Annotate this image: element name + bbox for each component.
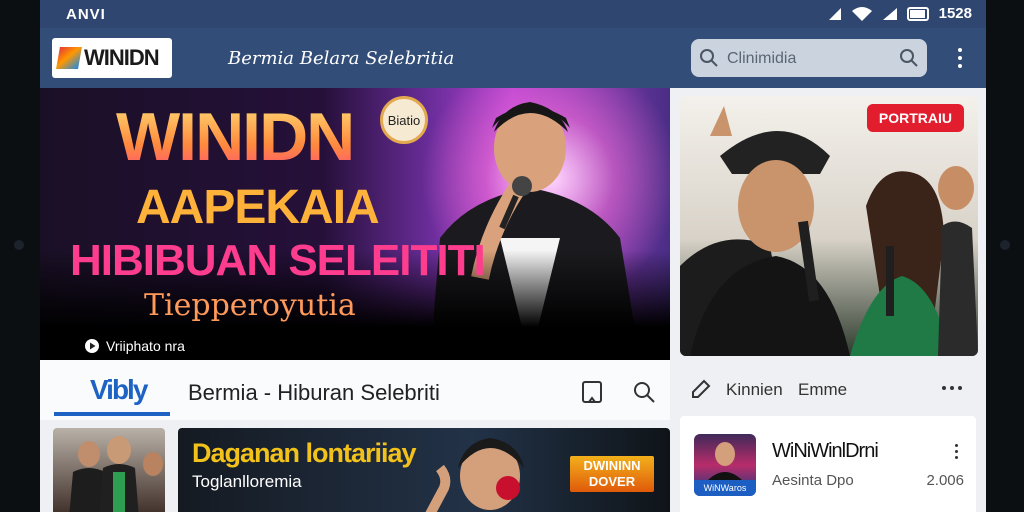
clock-text: 1528 <box>938 5 972 22</box>
list-item-count: 2.006 <box>926 472 964 489</box>
tablet-device: ANVI 1528 WINIDN Bermia Belara Selebriti… <box>0 0 1024 512</box>
edit-icon[interactable] <box>690 378 712 400</box>
status-icons: 1528 <box>827 5 972 22</box>
list-item[interactable]: WiNWaros WiNiWinlDrni Aesinta Dpo 2.006 <box>680 416 976 512</box>
tab-vibly[interactable]: Vibly <box>90 374 148 406</box>
battery-icon <box>906 6 929 21</box>
section-header: Vibly Bermia - Hiburan Selebriti <box>40 360 670 420</box>
screen: ANVI 1528 WINIDN Bermia Belara Selebriti… <box>40 0 986 512</box>
wifi-icon <box>851 6 872 21</box>
video-thumbnail-small[interactable] <box>53 428 165 512</box>
list-item-subtitle: Aesinta Dpo <box>772 472 854 489</box>
thumbnail-badge: DWININN DOVER <box>570 456 654 492</box>
hero-caption-text: Vriiphato nra <box>106 338 185 354</box>
more-horizontal-icon[interactable] <box>942 386 962 390</box>
play-icon <box>85 339 99 353</box>
hero-round-badge: Biatio <box>380 96 428 144</box>
thumbnail-subtitle: Toglanlloremia <box>192 472 302 491</box>
section-title: Bermia - Hiburan Selebriti <box>188 380 440 405</box>
hero-title-3: HIBIBUAN SELEITITI <box>70 236 486 285</box>
hero-caption[interactable]: Vriiphato nra <box>84 338 185 354</box>
search-icon[interactable] <box>632 380 656 404</box>
featured-card[interactable]: PORTRAIU <box>680 96 978 356</box>
hero-title-2: AAPEKAIA <box>136 181 380 234</box>
cellular-icon <box>882 7 897 20</box>
overflow-menu-icon[interactable] <box>952 46 968 70</box>
bookmark-icon[interactable] <box>580 380 604 404</box>
group-photo <box>69 436 163 512</box>
hero-title-1: WINIDN <box>116 99 355 175</box>
search-input[interactable] <box>725 47 889 71</box>
carrier-text: ANVI <box>66 6 106 23</box>
front-camera <box>14 240 24 250</box>
hero-title-4: Tiepperoyutia <box>144 288 356 323</box>
search-bar[interactable] <box>691 39 927 77</box>
app-name: Bermia Belara Selebritia <box>228 48 455 69</box>
app-bar: WINIDN Bermia Belara Selebritia <box>40 28 986 88</box>
bezel-sensor <box>1000 240 1010 250</box>
right-label-1[interactable]: Kinnien <box>726 380 783 400</box>
hero-banner[interactable]: WINIDN AAPEKAIA HIBIBUAN SELEITITI Tiepp… <box>40 88 670 360</box>
featured-badge: PORTRAIU <box>866 104 964 132</box>
logo-mark-icon <box>56 47 82 69</box>
logo-text: WINIDN <box>84 45 160 70</box>
video-thumbnail-large[interactable]: Daganan lontariiay Toglanlloremia DWININ… <box>178 428 670 512</box>
featured-illustration <box>680 106 978 356</box>
signal-icon <box>828 7 841 20</box>
right-label-2[interactable]: Emme <box>798 380 847 400</box>
list-item-menu-icon[interactable] <box>955 444 958 459</box>
search-icon <box>700 49 718 67</box>
list-item-thumbnail: WiNWaros <box>694 434 756 496</box>
list-thumb-label: WiNWaros <box>694 480 756 496</box>
search-submit-icon[interactable] <box>899 48 919 68</box>
right-panel-header: Kinnien Emme <box>680 364 978 414</box>
list-item-title: WiNiWinlDrni <box>772 440 879 462</box>
app-logo[interactable]: WINIDN <box>52 38 172 78</box>
thumbnail-title: Daganan lontariiay <box>192 438 417 468</box>
status-bar: ANVI 1528 <box>40 0 986 28</box>
active-tab-indicator <box>54 412 170 416</box>
list-thumb-photo <box>708 442 742 480</box>
thumbnail-badge-line2: DOVER <box>588 474 636 489</box>
thumbnail-badge-line1: DWININN <box>583 458 641 473</box>
